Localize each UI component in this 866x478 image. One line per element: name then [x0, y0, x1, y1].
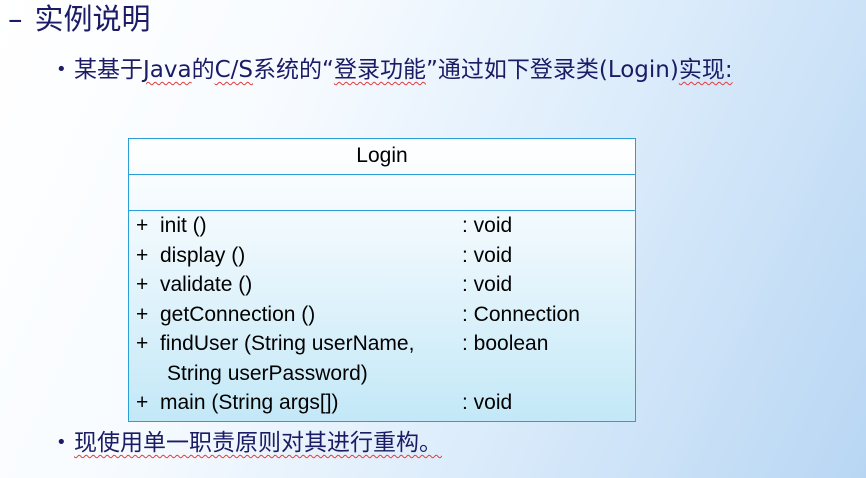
- operation-signature: String userPassword): [167, 361, 368, 385]
- text-segment-implement: 实现:: [678, 57, 733, 83]
- operation-signature: findUser (String userName,: [160, 332, 415, 355]
- uml-operation-finduser: + findUser (String userName, : boolean: [129, 329, 635, 359]
- visibility-marker: +: [136, 214, 149, 237]
- bullet-dot: •: [56, 432, 67, 453]
- bullet-text-1: 某基于Java的C/S系统的“登录功能”通过如下登录类(Login)实现:: [74, 57, 733, 83]
- operation-return-type: : void: [462, 214, 513, 237]
- operation-signature: init (): [160, 214, 207, 237]
- text-segment: 的: [191, 57, 215, 83]
- text-segment-java: Java: [143, 57, 192, 83]
- operation-signature: validate (): [160, 273, 253, 296]
- visibility-marker: +: [136, 243, 149, 267]
- uml-class-box: Login + init () : void + display () : vo…: [128, 138, 636, 422]
- uml-operation-main: + main (String args[]) : void: [129, 388, 635, 418]
- text-segment-cs: C/S: [214, 57, 254, 83]
- uml-operation-getconnection: + getConnection () : Connection: [129, 300, 635, 330]
- uml-operation-init: + init () : void: [129, 211, 635, 241]
- operation-return-type: : Connection: [462, 302, 580, 326]
- bullet-item-task: • 现使用单一职责原则对其进行重构。: [56, 428, 442, 458]
- operation-signature: display (): [160, 243, 246, 267]
- heading-dash: –: [8, 2, 23, 36]
- visibility-marker: +: [136, 391, 149, 414]
- uml-operation-finduser-continued: String userPassword): [129, 359, 635, 389]
- bullet-dot: •: [56, 59, 67, 80]
- operation-return-type: : void: [462, 273, 513, 296]
- visibility-marker: +: [136, 273, 149, 296]
- visibility-marker: +: [136, 332, 149, 355]
- text-segment-login-feature: 登录功能: [333, 57, 426, 83]
- operation-signature: main (String args[]): [160, 391, 339, 414]
- visibility-marker: +: [136, 302, 149, 326]
- uml-operation-validate: + validate () : void: [129, 270, 635, 300]
- heading-text: 实例说明: [34, 2, 151, 36]
- section-heading: – 实例说明: [8, 2, 151, 36]
- bullet-text-2: 现使用单一职责原则对其进行重构。: [74, 430, 442, 456]
- operation-return-type: : void: [462, 243, 513, 267]
- uml-class-name: Login: [129, 139, 635, 175]
- operation-signature: getConnection (): [160, 302, 316, 326]
- text-segment: 系统的“: [253, 57, 334, 83]
- bullet-item-description: • 某基于Java的C/S系统的“登录功能”通过如下登录类(Login)实现:: [56, 55, 733, 85]
- text-segment: 某基于: [74, 57, 143, 83]
- operation-return-type: : boolean: [462, 332, 549, 355]
- uml-operations-compartment: + init () : void + display () : void + v…: [129, 211, 635, 418]
- uml-attributes-compartment: [129, 175, 635, 211]
- uml-operation-display: + display () : void: [129, 241, 635, 271]
- operation-return-type: : void: [462, 391, 513, 414]
- text-segment: ”通过如下登录类(Login): [425, 57, 679, 83]
